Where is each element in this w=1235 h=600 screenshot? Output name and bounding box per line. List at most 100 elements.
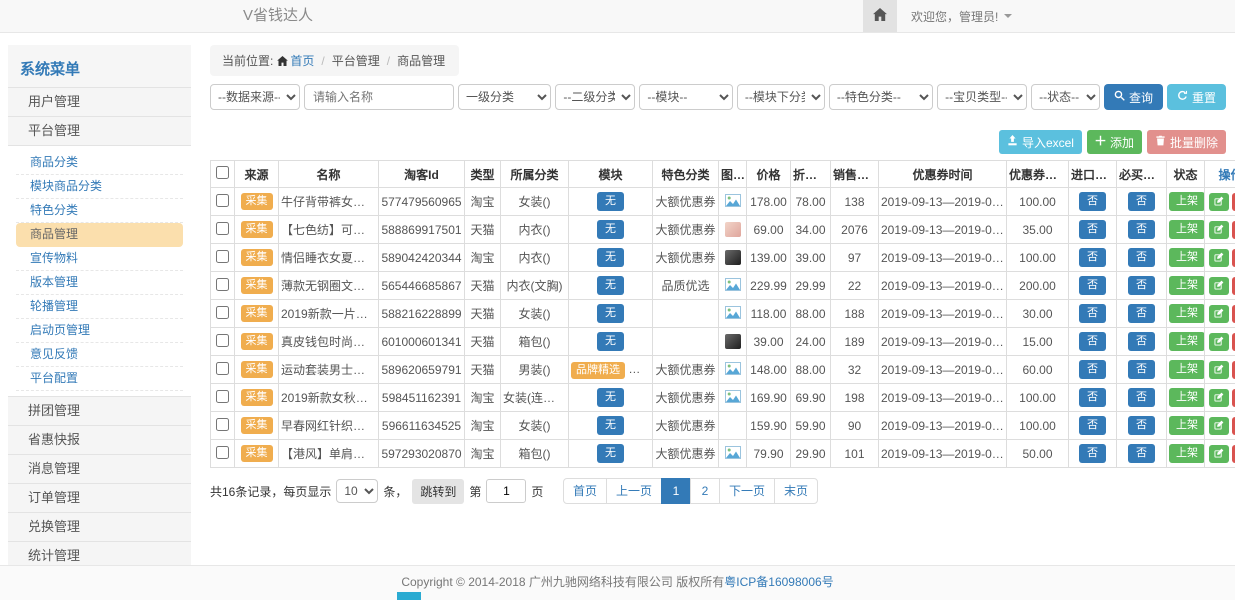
module-none-badge[interactable]: 无 <box>597 388 624 407</box>
sidebar-subitem-splash-management[interactable]: 启动页管理 <box>16 319 183 343</box>
reset-button[interactable]: 重置 <box>1167 84 1226 110</box>
search-button[interactable]: 查询 <box>1104 84 1163 110</box>
must-buy-toggle[interactable]: 否 <box>1128 304 1155 323</box>
module-select[interactable]: --模块-- <box>639 84 732 110</box>
module-none-badge[interactable]: 无 <box>597 416 624 435</box>
feature-category-select[interactable]: --特色分类-- <box>829 84 933 110</box>
prev-page-button[interactable]: 上一页 <box>606 478 662 504</box>
import-select-toggle[interactable]: 否 <box>1079 276 1106 295</box>
user-menu[interactable]: 欢迎您，管理员! <box>897 0 1026 32</box>
import-select-toggle[interactable]: 否 <box>1079 332 1106 351</box>
row-checkbox[interactable] <box>216 278 229 291</box>
add-button[interactable]: 添加 <box>1087 130 1142 154</box>
next-page-button[interactable]: 下一页 <box>719 478 775 504</box>
must-buy-toggle[interactable]: 否 <box>1128 276 1155 295</box>
import-select-toggle[interactable]: 否 <box>1079 192 1106 211</box>
per-page-select[interactable]: 10 <box>336 479 378 503</box>
sidebar-subitem-feedback[interactable]: 意见反馈 <box>16 343 183 367</box>
must-buy-toggle[interactable]: 否 <box>1128 332 1155 351</box>
must-buy-toggle[interactable]: 否 <box>1128 192 1155 211</box>
page-2-button[interactable]: 2 <box>690 478 720 504</box>
sidebar-subitem-carousel-management[interactable]: 轮播管理 <box>16 295 183 319</box>
sidebar-item-order-management[interactable]: 订单管理 <box>8 483 191 513</box>
must-buy-toggle[interactable]: 否 <box>1128 360 1155 379</box>
sidebar-subitem-platform-config[interactable]: 平台配置 <box>16 367 183 391</box>
module-none-badge[interactable]: 无 <box>597 304 624 323</box>
status-badge[interactable]: 上架 <box>1169 248 1205 267</box>
row-checkbox[interactable] <box>216 306 229 319</box>
import-select-toggle[interactable]: 否 <box>1079 248 1106 267</box>
import-select-toggle[interactable]: 否 <box>1079 304 1106 323</box>
sidebar-item-express-news[interactable]: 省惠快报 <box>8 425 191 455</box>
sidebar-item-groupbuy-management[interactable]: 拼团管理 <box>8 396 191 426</box>
row-checkbox[interactable] <box>216 390 229 403</box>
edit-button[interactable] <box>1209 361 1229 379</box>
sidebar-subitem-version-management[interactable]: 版本管理 <box>16 271 183 295</box>
edit-button[interactable] <box>1209 249 1229 267</box>
sidebar-item-stats-management[interactable]: 统计管理 <box>8 541 191 565</box>
batch-delete-button[interactable]: 批量删除 <box>1147 130 1226 154</box>
must-buy-toggle[interactable]: 否 <box>1128 388 1155 407</box>
level1-category-select[interactable]: 一级分类 <box>458 84 551 110</box>
status-badge[interactable]: 上架 <box>1169 332 1205 351</box>
sidebar-subitem-feature-category[interactable]: 特色分类 <box>16 199 183 223</box>
module-none-badge[interactable]: 无 <box>597 220 624 239</box>
module-none-badge[interactable]: 无 <box>597 192 624 211</box>
edit-button[interactable] <box>1209 277 1229 295</box>
import-select-toggle[interactable]: 否 <box>1079 220 1106 239</box>
import-select-toggle[interactable]: 否 <box>1079 388 1106 407</box>
item-type-select[interactable]: --宝贝类型-- <box>937 84 1027 110</box>
edit-button[interactable] <box>1209 333 1229 351</box>
edit-button[interactable] <box>1209 305 1229 323</box>
icp-link[interactable]: 粤ICP备16098006号 <box>724 575 833 589</box>
status-select[interactable]: --状态-- <box>1031 84 1100 110</box>
jump-button[interactable]: 跳转到 <box>412 479 464 504</box>
status-badge[interactable]: 上架 <box>1169 276 1205 295</box>
must-buy-toggle[interactable]: 否 <box>1128 248 1155 267</box>
import-select-toggle[interactable]: 否 <box>1079 360 1106 379</box>
breadcrumb-home-link[interactable]: 首页 <box>290 54 314 68</box>
jump-page-input[interactable] <box>486 479 526 503</box>
sidebar-subitem-goods-category[interactable]: 商品分类 <box>16 151 183 175</box>
home-button[interactable] <box>863 0 897 32</box>
module-subcategory-select[interactable]: --模块下分类-- <box>737 84 825 110</box>
row-checkbox[interactable] <box>216 194 229 207</box>
must-buy-toggle[interactable]: 否 <box>1128 416 1155 435</box>
status-badge[interactable]: 上架 <box>1169 220 1205 239</box>
status-badge[interactable]: 上架 <box>1169 444 1205 463</box>
sidebar-item-platform-management[interactable]: 平台管理 <box>8 116 191 146</box>
sidebar-item-exchange-management[interactable]: 兑换管理 <box>8 512 191 542</box>
module-none-badge[interactable]: 无 <box>597 276 624 295</box>
must-buy-toggle[interactable]: 否 <box>1128 444 1155 463</box>
level2-category-select[interactable]: --二级分类-- <box>555 84 635 110</box>
row-checkbox[interactable] <box>216 250 229 263</box>
name-search-input[interactable] <box>304 84 454 110</box>
status-badge[interactable]: 上架 <box>1169 388 1205 407</box>
data-source-select[interactable]: --数据来源-- <box>210 84 300 110</box>
edit-button[interactable] <box>1209 193 1229 211</box>
module-none-badge[interactable]: 无 <box>597 332 624 351</box>
status-badge[interactable]: 上架 <box>1169 304 1205 323</box>
edit-button[interactable] <box>1209 221 1229 239</box>
edit-button[interactable] <box>1209 445 1229 463</box>
select-all-checkbox[interactable] <box>216 166 229 179</box>
row-checkbox[interactable] <box>216 418 229 431</box>
sidebar-subitem-promo-materials[interactable]: 宣传物料 <box>16 247 183 271</box>
last-page-button[interactable]: 末页 <box>774 478 818 504</box>
import-excel-button[interactable]: 导入excel <box>999 130 1082 154</box>
must-buy-toggle[interactable]: 否 <box>1128 220 1155 239</box>
status-badge[interactable]: 上架 <box>1169 416 1205 435</box>
sidebar-item-user-management[interactable]: 用户管理 <box>8 87 191 117</box>
module-none-badge[interactable]: 无 <box>597 248 624 267</box>
import-select-toggle[interactable]: 否 <box>1079 416 1106 435</box>
row-checkbox[interactable] <box>216 362 229 375</box>
page-1-button[interactable]: 1 <box>661 478 691 504</box>
sidebar-subitem-module-goods-category[interactable]: 模块商品分类 <box>16 175 183 199</box>
module-none-badge[interactable]: 无 <box>597 444 624 463</box>
import-select-toggle[interactable]: 否 <box>1079 444 1106 463</box>
row-checkbox[interactable] <box>216 222 229 235</box>
sidebar-subitem-goods-management[interactable]: 商品管理 <box>16 223 183 247</box>
row-checkbox[interactable] <box>216 446 229 459</box>
status-badge[interactable]: 上架 <box>1169 192 1205 211</box>
sidebar-item-message-management[interactable]: 消息管理 <box>8 454 191 484</box>
